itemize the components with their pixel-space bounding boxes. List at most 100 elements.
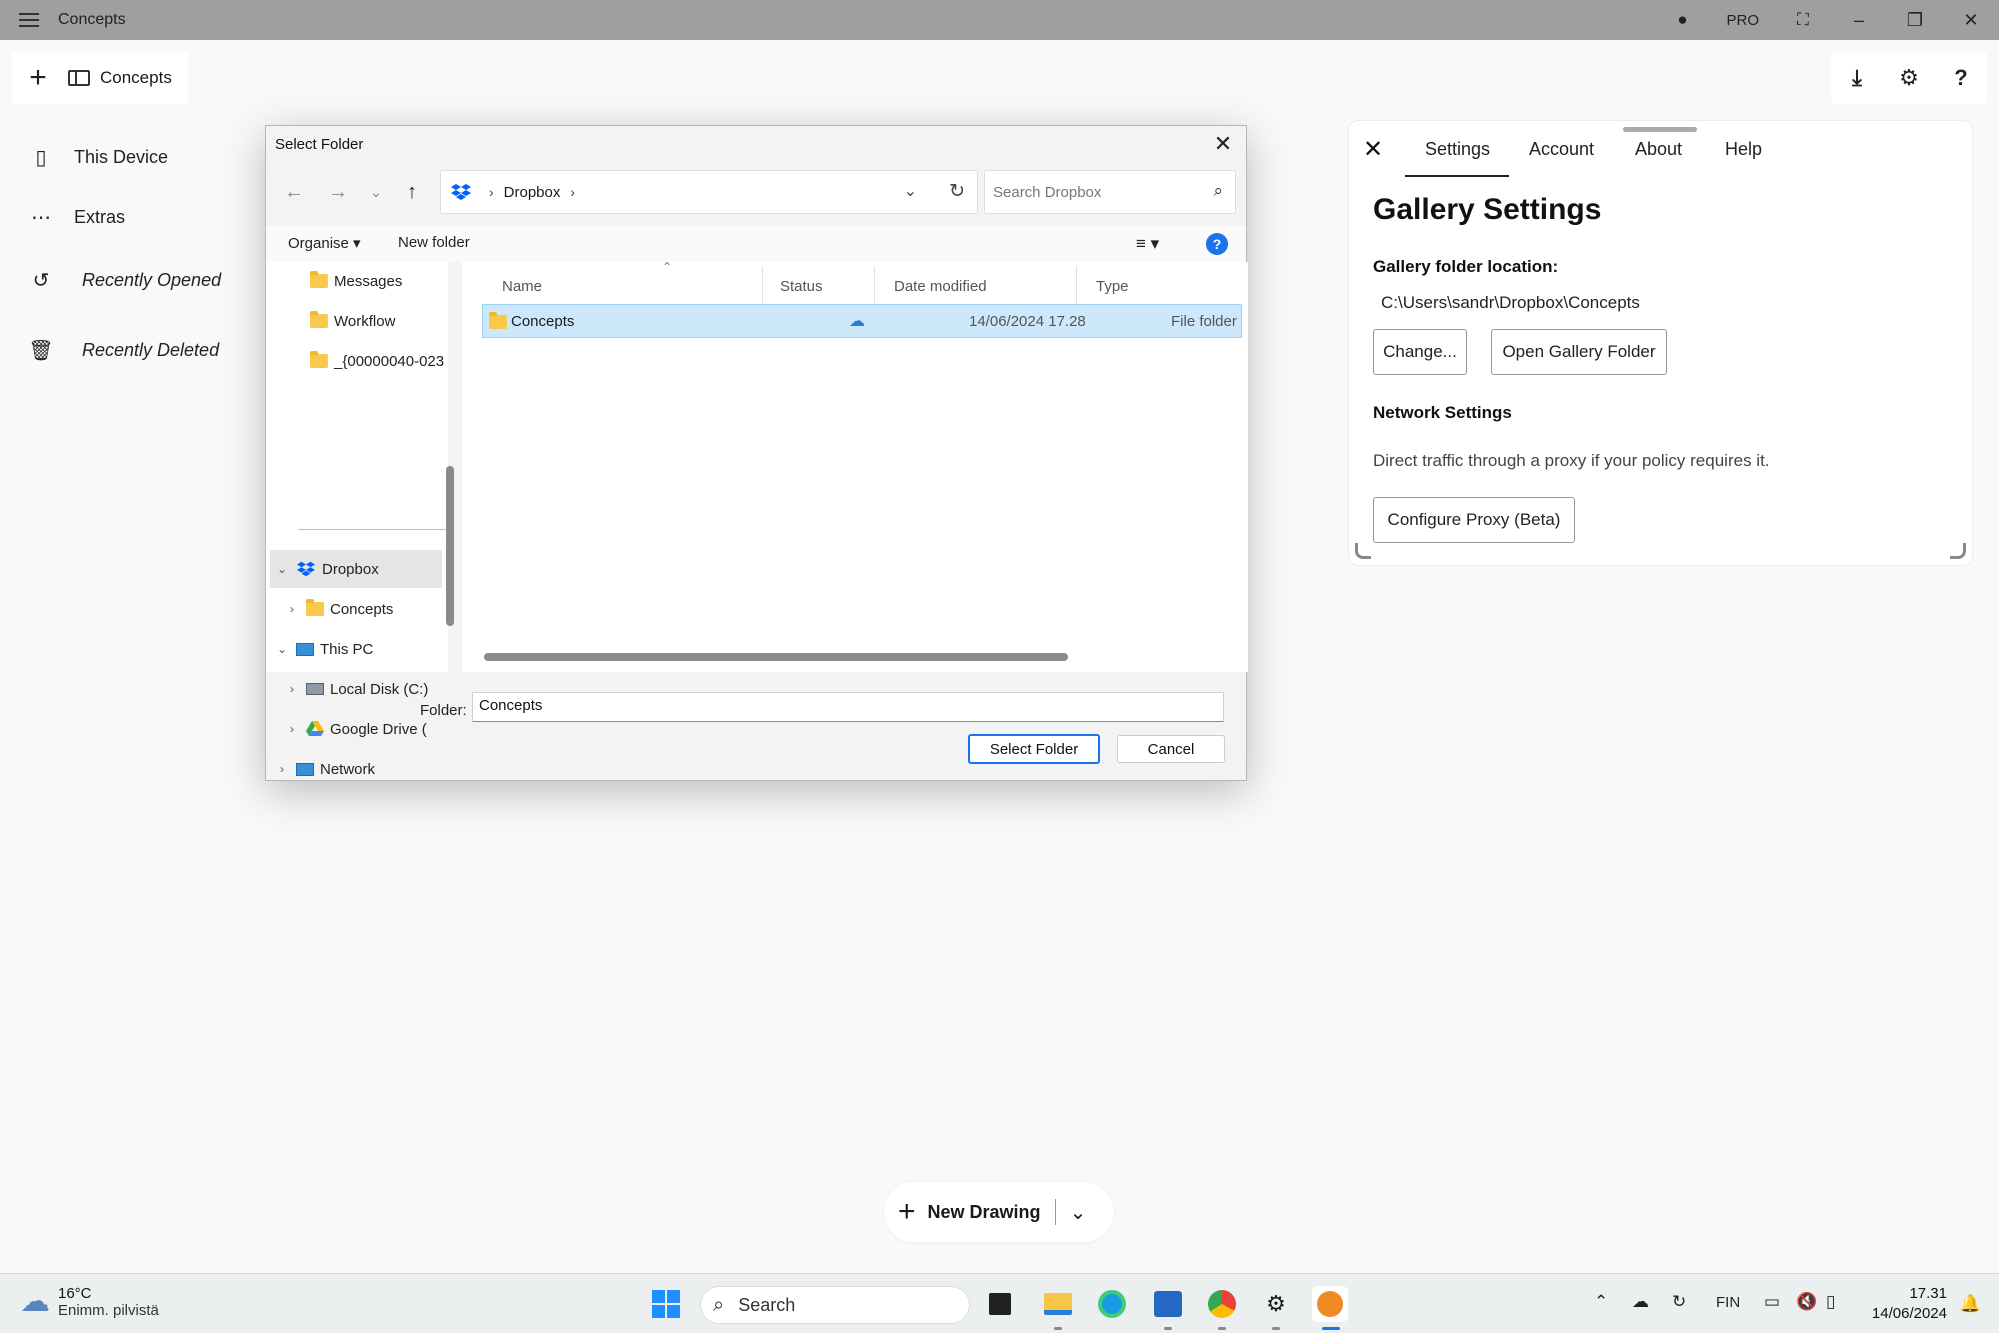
sidebar-item-recently-deleted[interactable]: 🗑 Recently Deleted (26, 338, 219, 363)
tree-item-messages[interactable]: Messages (288, 262, 448, 300)
tree-item-guid-folder[interactable]: _{00000040-023 (288, 342, 448, 380)
file-explorer-icon[interactable] (1040, 1286, 1076, 1322)
settings-gear-icon[interactable]: ⚙ (1258, 1286, 1294, 1322)
tab-concepts[interactable]: Concepts (64, 52, 188, 104)
forward-arrow-icon[interactable]: → (320, 170, 356, 214)
fullscreen-icon[interactable]: ⛶ (1775, 0, 1831, 40)
tree-item-network[interactable]: › Network (274, 750, 446, 788)
chrome-icon[interactable] (1204, 1286, 1240, 1322)
running-indicator (1164, 1327, 1172, 1330)
battery-icon[interactable]: ▯ (1826, 1292, 1835, 1312)
microsoft-store-icon[interactable] (1150, 1286, 1186, 1322)
chevron-right-icon[interactable]: › (274, 762, 290, 776)
cloud-status-icon: ☁ (849, 313, 865, 330)
edge-browser-icon[interactable] (1094, 1286, 1130, 1322)
close-icon[interactable]: ✕ (1363, 135, 1383, 164)
network-settings-heading: Network Settings (1373, 403, 1512, 422)
search-icon[interactable]: ⌕ (1213, 181, 1223, 201)
help-icon[interactable]: ? (1206, 233, 1228, 255)
chevron-down-icon[interactable]: ⌄ (274, 642, 290, 656)
navpane-scrollbar[interactable] (446, 466, 454, 626)
column-header-date[interactable]: Date modified (894, 278, 987, 295)
up-arrow-icon[interactable]: ↑ (394, 170, 430, 214)
select-folder-button[interactable]: Select Folder (968, 734, 1100, 764)
search-input[interactable]: Search Dropbox ⌕ (984, 170, 1236, 214)
change-button[interactable]: Change... (1373, 329, 1467, 375)
close-icon[interactable]: ✕ (1208, 130, 1238, 158)
horizontal-scrollbar[interactable] (484, 653, 1068, 661)
hamburger-menu-icon[interactable] (0, 0, 58, 40)
restore-button[interactable]: ❐ (1887, 0, 1943, 40)
column-header-name[interactable]: Name (502, 278, 542, 295)
clock[interactable]: 17.31 14/06/2024 (1872, 1284, 1947, 1324)
chevron-up-icon[interactable]: ⌃ (1594, 1292, 1608, 1312)
windows-start-icon[interactable] (648, 1286, 684, 1322)
sidebar-item-recently-opened[interactable]: ↺ Recently Opened (26, 268, 221, 293)
close-window-button[interactable]: ✕ (1943, 0, 1999, 40)
tree-item-this-pc[interactable]: ⌄ This PC (274, 630, 444, 668)
running-indicator (1218, 1327, 1226, 1330)
file-list: ⌃ Name Status Date modified Type Concept… (462, 260, 1248, 672)
refresh-icon[interactable]: ↻ (949, 180, 965, 203)
recent-locations-chevron-icon[interactable]: ⌄ (358, 170, 394, 214)
help-icon[interactable]: ? (1935, 52, 1987, 104)
new-drawing-button[interactable]: + New Drawing ⌄ (884, 1182, 1114, 1242)
chevron-down-icon[interactable]: ⌄ (274, 562, 290, 576)
taskbar-search-label: Search (738, 1294, 796, 1315)
view-options-icon[interactable]: ≡ ▾ (1136, 234, 1159, 254)
sidebar-item-extras[interactable]: ⋯ Extras (26, 205, 125, 230)
notification-bell-icon[interactable]: 🔔 (1960, 1294, 1981, 1314)
new-folder-button[interactable]: New folder (398, 234, 470, 251)
chevron-right-icon[interactable]: › (284, 602, 300, 616)
cancel-button[interactable]: Cancel (1117, 735, 1225, 763)
resize-corner-icon[interactable] (1950, 543, 1966, 559)
sync-icon[interactable]: ↻ (1672, 1292, 1686, 1312)
column-header-status[interactable]: Status (780, 278, 823, 295)
active-tab-indicator (1405, 175, 1509, 177)
tab-about[interactable]: About (1635, 139, 1682, 160)
panel-icon (68, 70, 90, 86)
tree-divider (298, 529, 448, 530)
tab-settings[interactable]: Settings (1425, 139, 1490, 160)
breadcrumb-dropbox[interactable]: Dropbox (504, 184, 561, 201)
tree-item-dropbox[interactable]: ⌄ Dropbox (270, 550, 442, 588)
table-row[interactable]: Concepts ☁ 14/06/2024 17.28 File folder (482, 304, 1242, 338)
onedrive-icon[interactable]: ☁ (1632, 1292, 1649, 1312)
concepts-app-icon[interactable] (1312, 1286, 1348, 1322)
sidebar-item-this-device[interactable]: ▯ This Device (26, 145, 168, 170)
back-arrow-icon[interactable]: ← (276, 170, 312, 214)
gear-icon[interactable]: ⚙ (1883, 52, 1935, 104)
volume-muted-icon[interactable]: 🔇 (1796, 1292, 1817, 1312)
minimize-button[interactable]: – (1831, 0, 1887, 40)
device-icon: ▯ (35, 147, 47, 169)
folder-input[interactable]: Concepts (472, 692, 1224, 722)
open-gallery-folder-button[interactable]: Open Gallery Folder (1491, 329, 1667, 375)
tab-help[interactable]: Help (1725, 139, 1762, 160)
chevron-down-icon[interactable]: ⌄ (1070, 1200, 1087, 1225)
tab-account[interactable]: Account (1529, 139, 1594, 160)
organise-button[interactable]: Organise ▾ (288, 234, 361, 252)
drag-handle[interactable] (1623, 127, 1697, 132)
configure-proxy-button[interactable]: Configure Proxy (Beta) (1373, 497, 1575, 543)
task-view-icon[interactable] (982, 1286, 1018, 1322)
dropbox-icon (451, 184, 471, 200)
language-indicator[interactable]: FIN (1716, 1294, 1740, 1311)
sidebar-item-label: Recently Opened (82, 270, 222, 290)
tree-item-concepts[interactable]: › Concepts (284, 590, 444, 628)
history-icon: ↺ (32, 270, 50, 292)
sort-ascending-icon: ⌃ (662, 260, 673, 274)
address-bar[interactable]: › Dropbox › ⌄ ↻ (440, 170, 978, 214)
column-header-type[interactable]: Type (1096, 278, 1129, 295)
settings-panel: ✕ Settings Account About Help Gallery Se… (1348, 120, 1973, 566)
pro-badge[interactable]: PRO (1710, 12, 1775, 29)
weather-widget[interactable]: ☁ 16°C Enimm. pilvistä (20, 1284, 159, 1319)
taskbar-search[interactable]: ⌕ Search (700, 1286, 970, 1324)
address-dropdown-icon[interactable]: ⌄ (904, 181, 917, 201)
download-icon[interactable]: ⤓ (1831, 52, 1883, 104)
add-button[interactable]: + (12, 52, 64, 104)
display-icon[interactable]: ▭ (1764, 1292, 1780, 1312)
time: 17.31 (1909, 1285, 1947, 1302)
chevron-right-icon[interactable]: › (284, 722, 300, 736)
user-icon[interactable]: ● (1654, 0, 1710, 40)
tree-item-workflow[interactable]: Workflow (288, 302, 448, 340)
